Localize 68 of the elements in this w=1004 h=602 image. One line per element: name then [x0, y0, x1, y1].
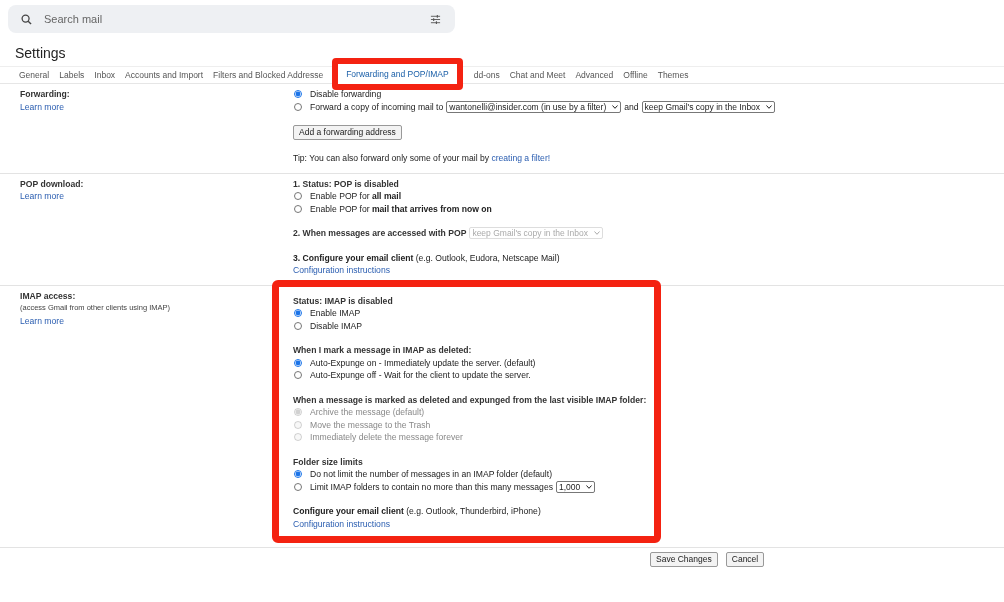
- option-label: Immediately delete the message forever: [310, 431, 463, 444]
- section-label: POP download:: [20, 177, 85, 190]
- instructions-link[interactable]: Configuration instructions: [293, 518, 390, 529]
- option-label: Auto-Expunge off - Wait for the client to update the server.: [310, 369, 531, 382]
- footer-button[interactable]: Save Changes: [650, 552, 718, 567]
- dropdown[interactable]: keep Gmail's copy in the Inbox: [641, 100, 776, 113]
- radio-button[interactable]: [294, 90, 302, 99]
- option-heading: Folder size limits: [293, 455, 364, 468]
- option-label: Disable forwarding: [310, 88, 382, 101]
- option-heading: When a message is marked as deleted and expunged from the last visible IMAP folder:: [293, 393, 648, 406]
- radio-button[interactable]: [294, 371, 302, 380]
- instruction-text: 3. Configure your email client (e.g. Outlook, Eudora, Netscape Mail): [293, 251, 561, 264]
- option-label: Auto-Expunge on - Immediately update the server. (default): [310, 356, 536, 369]
- caret-icon: [593, 231, 600, 236]
- option-heading: 2. When messages are accessed with POP: [293, 227, 467, 240]
- radio-button[interactable]: [294, 192, 302, 201]
- radio-button[interactable]: [294, 102, 302, 111]
- tab[interactable]: Accounts and Import: [120, 69, 209, 81]
- connector-text: and: [624, 100, 639, 113]
- section-label: IMAP access:: [20, 289, 77, 302]
- option-label: Enable POP for all mail: [310, 190, 402, 203]
- radio-button[interactable]: [294, 321, 302, 330]
- dropdown[interactable]: wantonelli@insider.com (in use by a filter): [446, 100, 622, 113]
- option-label: Do not limit the number of messages in an IMAP folder (default): [310, 468, 552, 481]
- tab[interactable]: Labels: [54, 69, 90, 81]
- option-heading: 1. Status: POP is disabled: [293, 177, 400, 190]
- radio-button[interactable]: [294, 204, 302, 213]
- option-label: Forward a copy of incoming mail to: [310, 100, 444, 113]
- learn-more-link[interactable]: Learn more: [20, 190, 64, 203]
- search-field[interactable]: Search mail: [8, 5, 455, 33]
- instruction-text: Configure your email client (e.g. Outlook, Thunderbird, iPhone): [293, 505, 542, 518]
- option-label: Enable IMAP: [310, 307, 361, 320]
- tab[interactable]: Chat and Meet: [504, 69, 571, 81]
- search-icon[interactable]: [21, 13, 32, 25]
- caret-icon: [586, 484, 593, 489]
- radio-button[interactable]: [294, 482, 302, 491]
- learn-more-link[interactable]: Learn more: [20, 100, 64, 113]
- highlighted-tab[interactable]: Forwarding and POP/IMAP: [332, 57, 463, 90]
- radio-button[interactable]: [294, 470, 302, 479]
- tab[interactable]: General: [14, 69, 55, 81]
- search-input[interactable]: Search mail: [32, 12, 430, 26]
- option-label: Move the message to the Trash: [310, 418, 431, 431]
- option-label: Limit IMAP folders to contain no more than this many messages: [310, 480, 553, 493]
- radio-button[interactable]: [294, 358, 302, 367]
- option-label: Disable IMAP: [310, 319, 363, 332]
- footer-button[interactable]: Cancel: [725, 552, 765, 567]
- caret-icon: [766, 104, 773, 109]
- instructions-link[interactable]: Configuration instructions: [293, 265, 390, 275]
- option-label: Archive the message (default): [310, 406, 425, 419]
- section-label: Forwarding:: [20, 88, 71, 101]
- caret-icon: [612, 104, 619, 109]
- tab[interactable]: Themes: [652, 69, 694, 81]
- tab[interactable]: Offline: [618, 69, 653, 81]
- option-label: Enable POP for mail that arrives from now on: [310, 202, 492, 215]
- tab[interactable]: Inbox: [89, 69, 121, 81]
- filter-sliders-icon[interactable]: [430, 13, 441, 25]
- option-heading: When I mark a message in IMAP as deleted:: [293, 344, 473, 357]
- add-address-button[interactable]: Add a forwarding address: [293, 125, 402, 140]
- tab[interactable]: dd-ons: [468, 69, 505, 81]
- create-filter-link[interactable]: creating a filter!: [491, 153, 551, 163]
- tip-text: Tip: You can also forward only some of your mail by creating a filter!: [293, 152, 552, 165]
- radio-button[interactable]: [294, 309, 302, 318]
- option-heading: Status: IMAP is disabled: [293, 294, 394, 307]
- tab[interactable]: Advanced: [570, 69, 619, 81]
- learn-more-link[interactable]: Learn more: [20, 314, 64, 327]
- dropdown[interactable]: 1,000: [555, 480, 596, 493]
- tab[interactable]: Filters and Blocked Addresse: [208, 69, 329, 81]
- page-title: Settings: [15, 44, 67, 62]
